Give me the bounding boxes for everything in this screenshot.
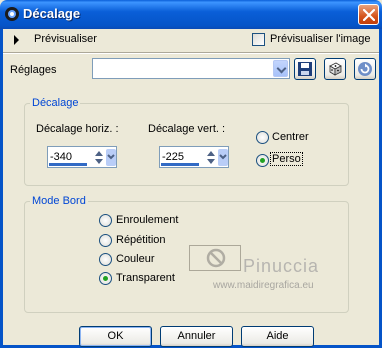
radio-couleur-label[interactable]: Couleur [116,253,155,265]
radio-centrer-label[interactable]: Centrer [272,131,309,143]
color-swatch[interactable] [189,245,241,271]
reset-button[interactable] [354,58,376,80]
preview-image-checkbox[interactable] [252,33,265,46]
vert-offset-label: Décalage vert. : [148,123,226,135]
radio-enroulement[interactable] [99,214,112,227]
watermark-url: www.maidiregrafica.eu [213,280,314,291]
radio-transparent-label[interactable]: Transparent [116,272,175,284]
radio-centrer[interactable] [256,131,269,144]
preview-toggle-label[interactable]: Prévisualiser [34,33,97,45]
preview-image-label[interactable]: Prévisualiser l'image [270,33,371,45]
vert-offset-value[interactable]: -225 [162,151,184,163]
settings-combo[interactable] [92,58,290,79]
vert-offset-slider-bar[interactable] [161,163,199,166]
horiz-offset-value[interactable]: -340 [50,151,72,163]
randomize-button[interactable] [324,58,346,80]
separator [3,52,379,54]
save-icon [298,62,312,76]
edge-mode-group-title: Mode Bord [30,195,88,207]
close-button[interactable] [358,4,379,25]
chevron-down-icon[interactable] [273,60,288,77]
radio-enroulement-label[interactable]: Enroulement [116,214,178,226]
radio-perso-label[interactable]: Perso [270,152,303,166]
offset-group-title: Décalage [30,97,81,109]
preview-row: Prévisualiser Prévisualiser l'image [3,29,379,51]
no-color-icon [206,248,226,268]
reset-icon [358,62,372,76]
radio-repetition-label[interactable]: Répétition [116,234,166,246]
title-bar[interactable]: Décalage [0,0,382,29]
spin-arrows-icon[interactable] [205,148,229,167]
horiz-offset-slider-bar[interactable] [49,163,87,166]
horiz-offset-stepper[interactable]: -340 [47,146,117,168]
cancel-button[interactable]: Annuler [160,326,233,347]
offset-group [24,103,349,186]
spin-arrows-icon[interactable] [93,148,117,167]
expand-triangle-icon[interactable] [14,35,19,45]
window-frame-left [0,29,3,348]
ok-button[interactable]: OK [79,326,152,347]
vert-offset-stepper[interactable]: -225 [159,146,229,168]
radio-perso[interactable] [256,154,269,167]
window-title: Décalage [23,6,81,21]
close-icon [363,9,375,21]
radio-couleur[interactable] [99,253,112,266]
watermark-name: Pinuccia [243,256,320,276]
horiz-offset-label: Décalage horiz. : [36,123,119,135]
dice-icon [329,62,342,76]
help-button[interactable]: Aide [241,326,314,347]
settings-label: Réglages [10,64,57,76]
radio-transparent[interactable] [99,272,112,285]
radio-repetition[interactable] [99,234,112,247]
save-preset-button[interactable] [294,58,316,80]
title-app-icon [4,6,20,22]
